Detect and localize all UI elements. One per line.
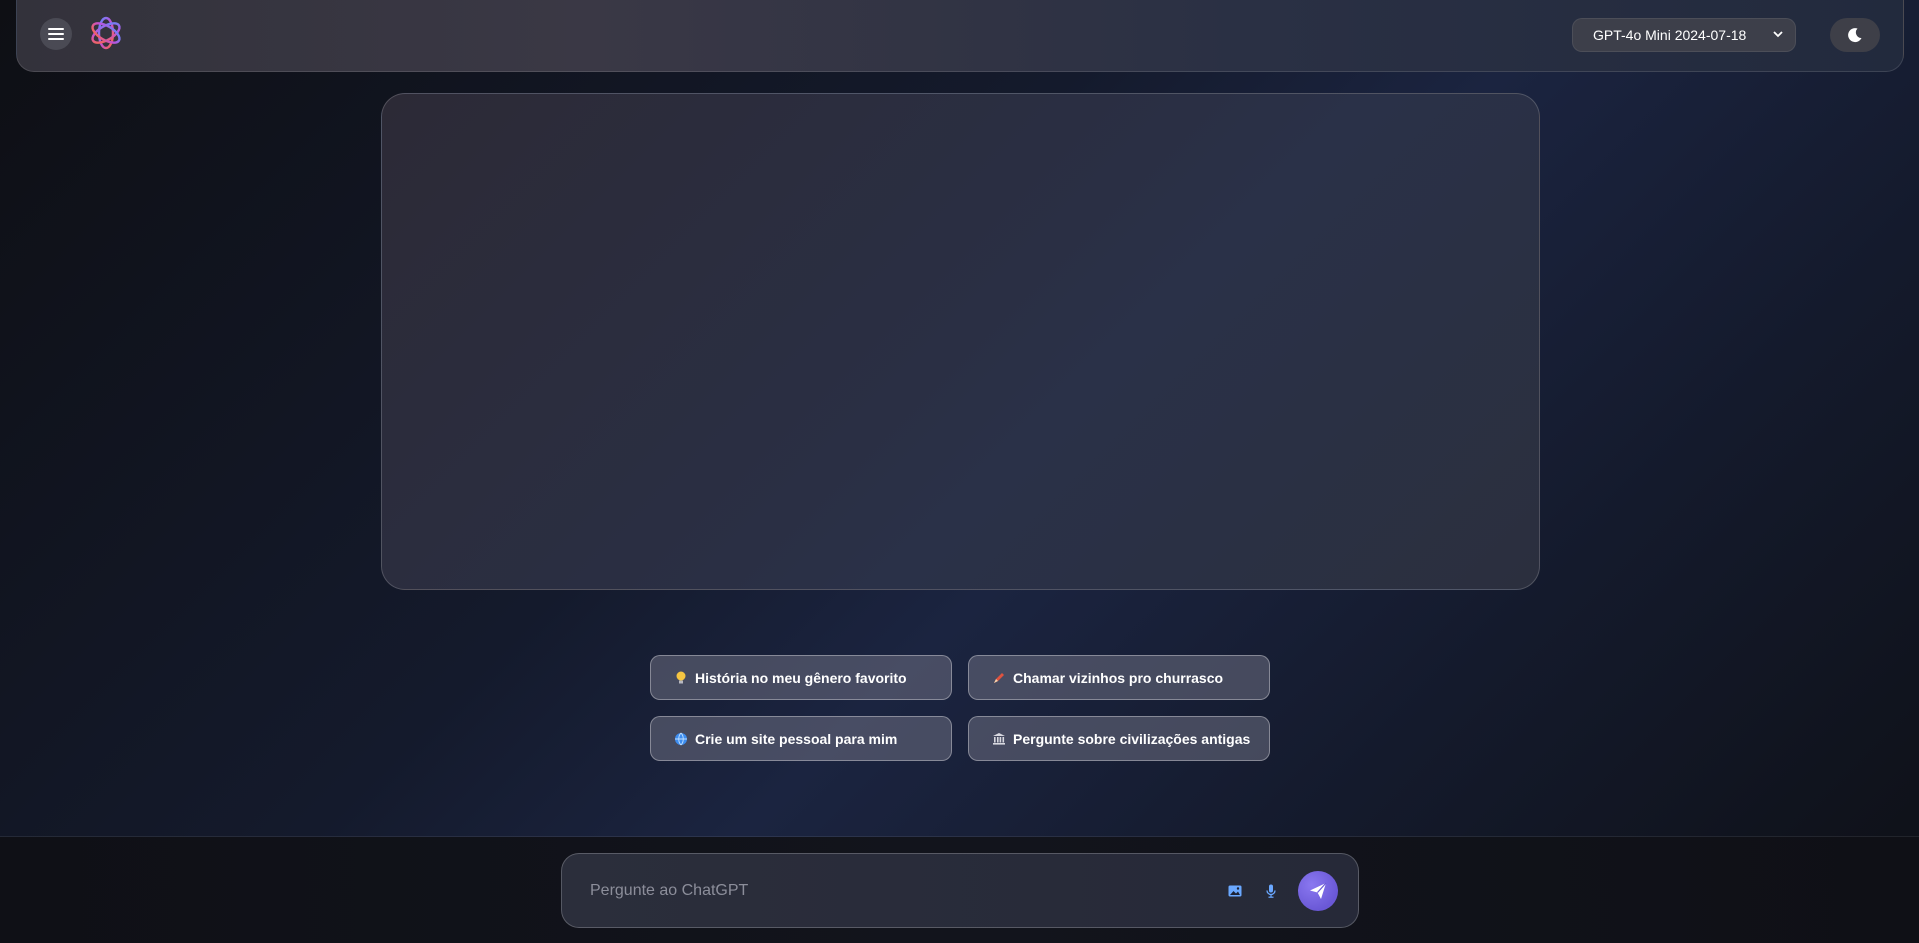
upload-image-button[interactable] [1226,882,1244,900]
model-select-value: GPT-4o Mini 2024-07-18 [1593,27,1747,43]
chat-messages-panel [381,93,1540,590]
model-select[interactable]: GPT-4o Mini 2024-07-18 [1572,18,1796,52]
suggestion-invite-neighbors-bbq[interactable]: Chamar vizinhos pro churrasco [968,655,1270,700]
chat-input[interactable] [590,878,1190,904]
lightbulb-icon [673,671,689,685]
suggestion-label: Crie um site pessoal para mim [695,730,898,747]
moon-icon [1848,28,1862,43]
microphone-icon [1266,884,1276,898]
chatgpt-logo-icon[interactable] [87,14,125,52]
theme-toggle-button[interactable] [1830,18,1880,52]
send-button[interactable] [1298,871,1338,911]
globe-icon [673,732,689,746]
menu-button[interactable] [40,18,72,50]
suggestion-create-personal-site[interactable]: Crie um site pessoal para mim [650,716,952,761]
voice-input-button[interactable] [1262,881,1280,901]
suggestion-story-favorite-genre[interactable]: História no meu gênero favorito [650,655,952,700]
hamburger-menu-icon [48,28,64,40]
suggestion-label: História no meu gênero favorito [695,669,907,686]
suggestion-label: Pergunte sobre civilizações antigas [1013,730,1251,747]
chevron-down-icon [1773,31,1783,38]
suggestion-ancient-civilizations[interactable]: Pergunte sobre civilizações antigas [968,716,1270,761]
paper-plane-icon [1310,882,1327,899]
chat-composer [561,853,1359,928]
top-bar: GPT-4o Mini 2024-07-18 [16,0,1904,72]
suggestion-label: Chamar vizinhos pro churrasco [1013,669,1224,686]
image-icon [1228,885,1242,897]
crayon-icon [991,672,1007,684]
classical-building-icon [991,732,1007,745]
